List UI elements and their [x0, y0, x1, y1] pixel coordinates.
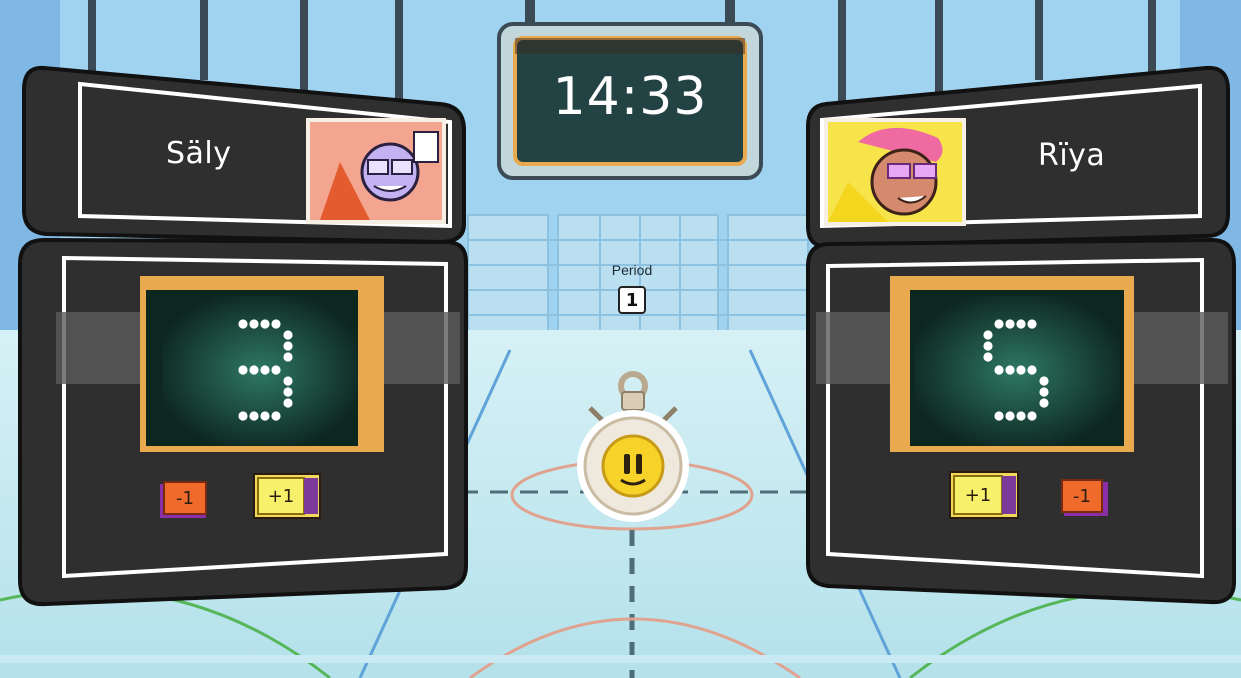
player-2-minus-label: -1	[1073, 485, 1091, 507]
player-2-plus-button[interactable]: +1	[948, 470, 1020, 520]
period-value[interactable]: 1	[618, 286, 646, 314]
game-clock-time: 14:33	[552, 67, 708, 127]
stopwatch-pause-button[interactable]	[576, 368, 690, 526]
player-2-plus-label: +1	[964, 484, 992, 506]
player-1-name-board: Säly	[20, 64, 466, 244]
player-1-minus-label: -1	[176, 487, 194, 509]
player-1-minus-button[interactable]: -1	[158, 480, 210, 520]
player-1-avatar	[310, 122, 442, 220]
player-2-minus-button[interactable]: -1	[1060, 478, 1110, 518]
cartoon-character-icon	[828, 122, 962, 222]
player-1-score-board: -1 +1	[16, 236, 468, 608]
game-clock-board: 14:33	[497, 22, 763, 182]
player-2-avatar	[828, 122, 962, 222]
player-2-name[interactable]: Rïya	[1038, 138, 1105, 173]
period-label: Period	[611, 262, 653, 278]
player-2-score-board: +1 -1	[806, 236, 1238, 608]
cartoon-character-icon	[310, 122, 442, 220]
player-1-name[interactable]: Säly	[166, 136, 232, 171]
player-1-plus-button[interactable]: +1	[252, 472, 322, 520]
player-1-plus-label: +1	[267, 485, 295, 507]
player-2-score-display	[914, 296, 1120, 446]
game-stage: 14:33 Period 1 Säly -1 +1 Rïya +1 -1	[0, 0, 1241, 678]
pause-icon	[577, 371, 689, 522]
player-1-score-display	[162, 296, 358, 446]
player-2-name-board: Rïya	[806, 64, 1232, 250]
